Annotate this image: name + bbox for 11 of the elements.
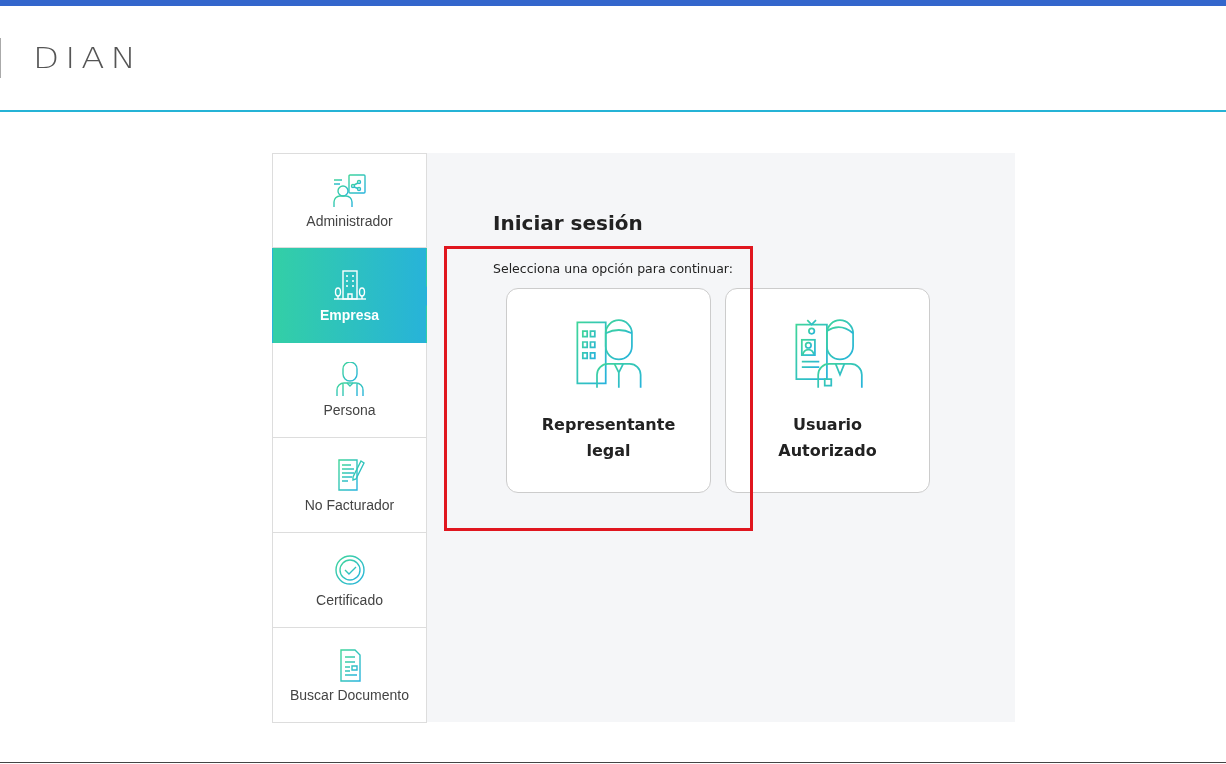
admin-icon xyxy=(330,172,369,209)
login-title: Iniciar sesión xyxy=(493,211,644,235)
sidebar-item[interactable]: Certificado xyxy=(272,533,427,628)
sidebar-item[interactable]: No Facturador xyxy=(272,438,427,533)
dian-logo: DIAN xyxy=(33,41,142,75)
login-instruction: Selecciona una opción para continuar: xyxy=(493,261,734,276)
authorized-user-card[interactable]: Usuario Autorizado xyxy=(725,288,930,493)
sidebar-item[interactable]: Administrador xyxy=(272,153,427,248)
sidebar-item[interactable]: Buscar Documento xyxy=(272,628,427,723)
sidebar-item[interactable]: Persona xyxy=(272,343,427,438)
legal-representative-card[interactable]: Representante legal xyxy=(506,288,711,493)
